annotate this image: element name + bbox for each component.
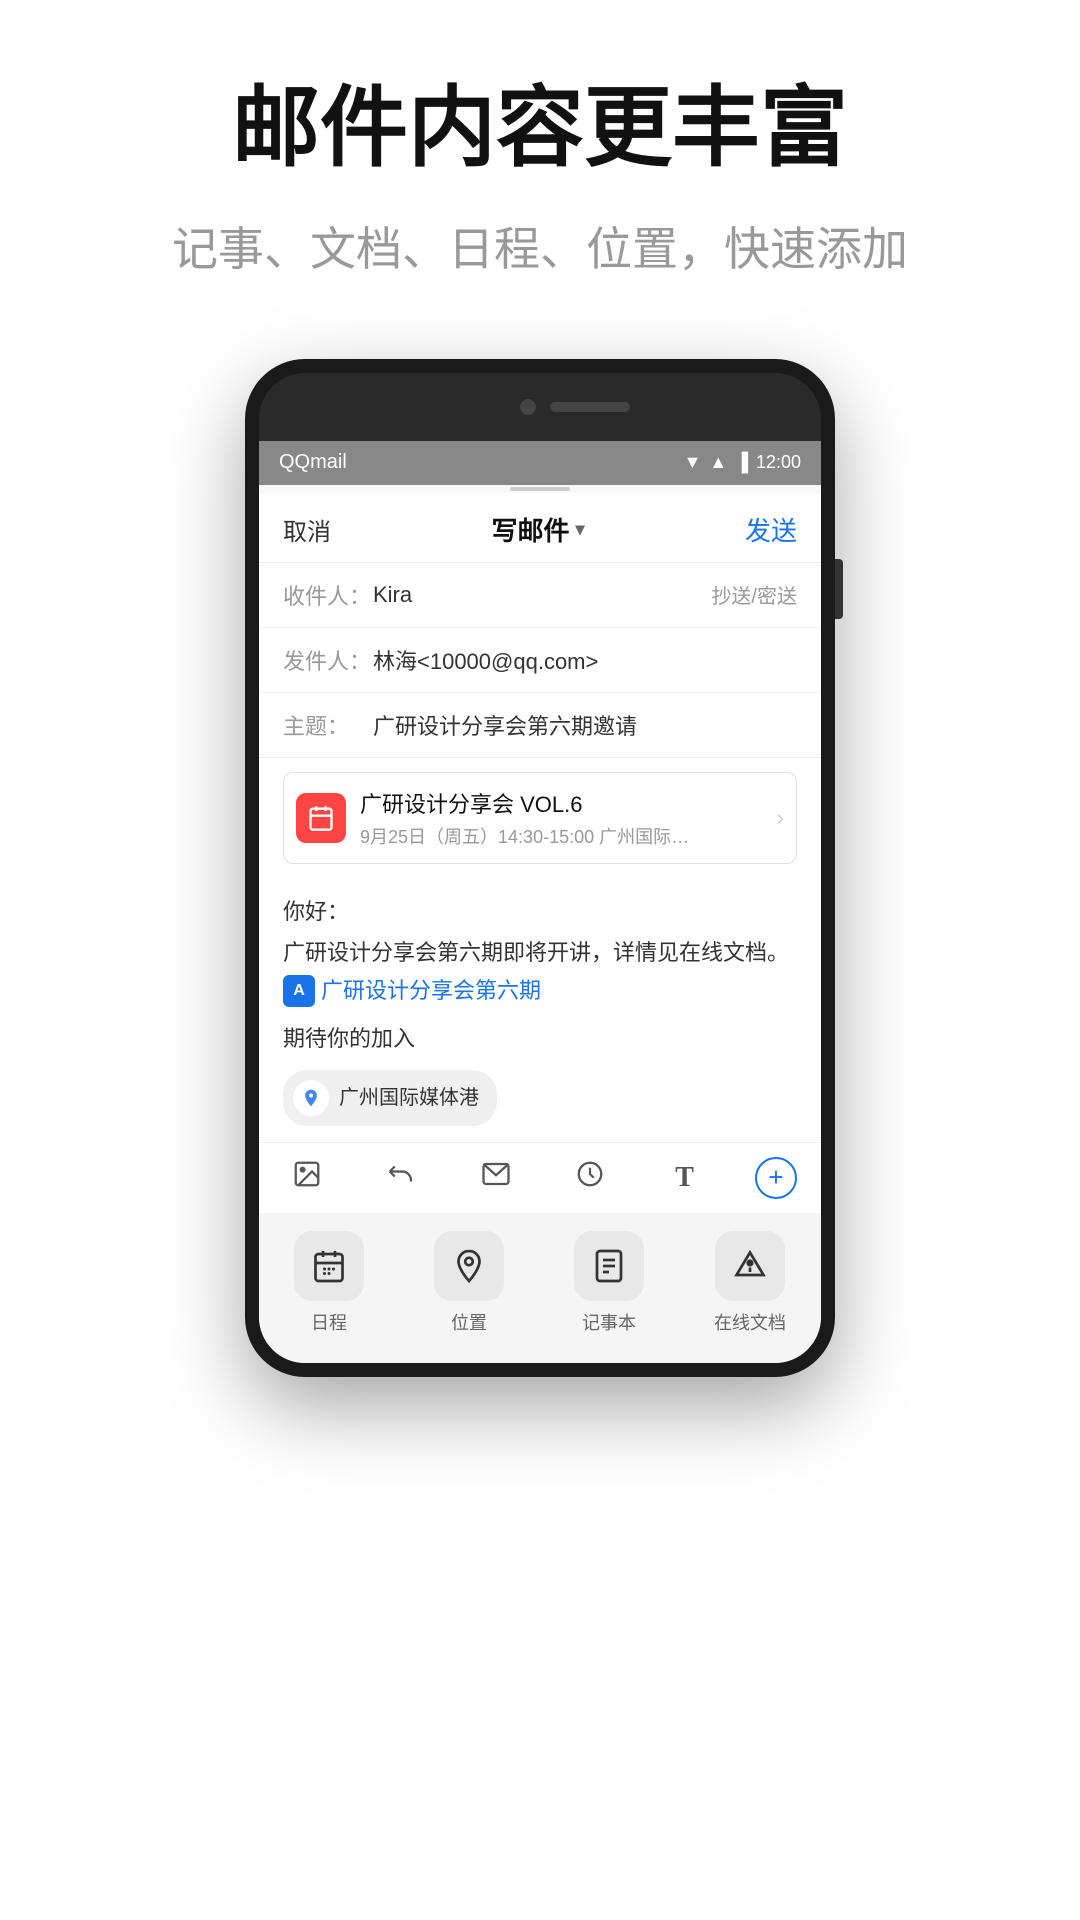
phone-speaker xyxy=(550,402,630,412)
calendar-info: 广研设计分享会 VOL.6 9月25日（周五）14:30-15:00 广州国际… xyxy=(360,787,777,849)
notes-icon xyxy=(574,1231,644,1301)
body-greeting: 你好： xyxy=(283,894,797,929)
calendar-event-title: 广研设计分享会 VOL.6 xyxy=(360,787,777,819)
quick-action-notes[interactable]: 记事本 xyxy=(574,1231,644,1335)
undo-icon[interactable] xyxy=(377,1159,425,1197)
from-field: 发件人： 林海<10000@qq.com> xyxy=(259,628,821,693)
body-closing: 期待你的加入 xyxy=(283,1021,797,1056)
online-doc-icon xyxy=(715,1231,785,1301)
quick-action-schedule[interactable]: 日程 xyxy=(294,1231,364,1335)
more-options-button[interactable]: + xyxy=(755,1157,797,1199)
status-right-icons: ▼ ▲ ▐ 12:00 xyxy=(684,452,801,473)
phone-side-button xyxy=(835,559,843,619)
calendar-icon xyxy=(296,793,346,843)
pull-bar xyxy=(259,485,821,493)
battery-icon: ▐ xyxy=(735,452,748,473)
location-label: 位置 xyxy=(451,1309,487,1335)
from-value: 林海<10000@qq.com> xyxy=(373,644,797,676)
signal-icon: ▲ xyxy=(709,452,727,473)
app-name-status: QQmail xyxy=(279,451,347,474)
status-time: 12:00 xyxy=(756,452,801,473)
wifi-icon: ▼ xyxy=(684,452,702,473)
from-label: 发件人： xyxy=(283,644,373,676)
notes-label: 记事本 xyxy=(582,1309,636,1335)
hero-title: 邮件内容更丰富 xyxy=(60,80,1020,177)
schedule-label: 日程 xyxy=(311,1309,347,1335)
compose-action-bar: 取消 写邮件 ▾ 发送 xyxy=(259,493,821,563)
subject-label: 主题： xyxy=(283,709,373,741)
chevron-down-icon: ▾ xyxy=(575,519,584,540)
location-pin-icon xyxy=(293,1080,329,1116)
body-content: 广研设计分享会第六期即将开讲，详情见在线文档。 A 广研设计分享会第六期 xyxy=(283,935,797,1009)
email-icon[interactable] xyxy=(472,1159,520,1197)
schedule-icon xyxy=(294,1231,364,1301)
send-button[interactable]: 发送 xyxy=(745,511,797,548)
location-card[interactable]: 广州国际媒体港 xyxy=(283,1070,497,1126)
location-name: 广州国际媒体港 xyxy=(339,1082,479,1114)
calendar-attachment-card[interactable]: 广研设计分享会 VOL.6 9月25日（周五）14:30-15:00 广州国际…… xyxy=(283,772,797,864)
online-doc-label: 在线文档 xyxy=(714,1309,786,1335)
pull-indicator xyxy=(510,487,570,491)
doc-link-text[interactable]: 广研设计分享会第六期 xyxy=(321,973,541,1008)
phone-body: QQmail ▼ ▲ ▐ 12:00 取消 写邮件 ▾ 发送 xyxy=(245,359,835,1377)
email-body[interactable]: 你好： 广研设计分享会第六期即将开讲，详情见在线文档。 A 广研设计分享会第六期… xyxy=(259,878,821,1142)
card-chevron-icon: › xyxy=(777,805,784,831)
quick-action-online-doc[interactable]: 在线文档 xyxy=(714,1231,786,1335)
email-compose-screen: 取消 写邮件 ▾ 发送 收件人： Kira 抄送/密送 发件人： 林海<1000… xyxy=(259,493,821,1363)
cancel-button[interactable]: 取消 xyxy=(283,512,331,547)
cc-bcc-button[interactable]: 抄送/密送 xyxy=(711,580,797,609)
image-icon[interactable] xyxy=(283,1159,331,1197)
subject-value: 广研设计分享会第六期邀请 xyxy=(373,709,797,741)
quick-actions-bar: 日程 位置 xyxy=(259,1213,821,1363)
to-label: 收件人： xyxy=(283,579,373,611)
quick-action-location[interactable]: 位置 xyxy=(434,1231,504,1335)
status-bar: QQmail ▼ ▲ ▐ 12:00 xyxy=(259,441,821,485)
phone-mockup: QQmail ▼ ▲ ▐ 12:00 取消 写邮件 ▾ 发送 xyxy=(0,359,1080,1377)
compose-toolbar: T + xyxy=(259,1142,821,1213)
compose-title: 写邮件 ▾ xyxy=(491,511,584,548)
calendar-event-detail: 9月25日（周五）14:30-15:00 广州国际… xyxy=(360,823,777,849)
clock-icon[interactable] xyxy=(566,1159,614,1197)
to-value: Kira xyxy=(373,582,711,608)
hero-subtitle: 记事、文档、日程、位置，快速添加 xyxy=(60,213,1020,279)
phone-camera xyxy=(520,399,536,415)
subject-field[interactable]: 主题： 广研设计分享会第六期邀请 xyxy=(259,693,821,758)
doc-link-inline[interactable]: A 广研设计分享会第六期 xyxy=(283,973,541,1008)
doc-icon: A xyxy=(283,975,315,1007)
to-field[interactable]: 收件人： Kira 抄送/密送 xyxy=(259,563,821,628)
phone-notch xyxy=(259,373,821,441)
location-icon xyxy=(434,1231,504,1301)
hero-section: 邮件内容更丰富 记事、文档、日程、位置，快速添加 xyxy=(0,0,1080,329)
text-format-icon[interactable]: T xyxy=(661,1162,709,1194)
